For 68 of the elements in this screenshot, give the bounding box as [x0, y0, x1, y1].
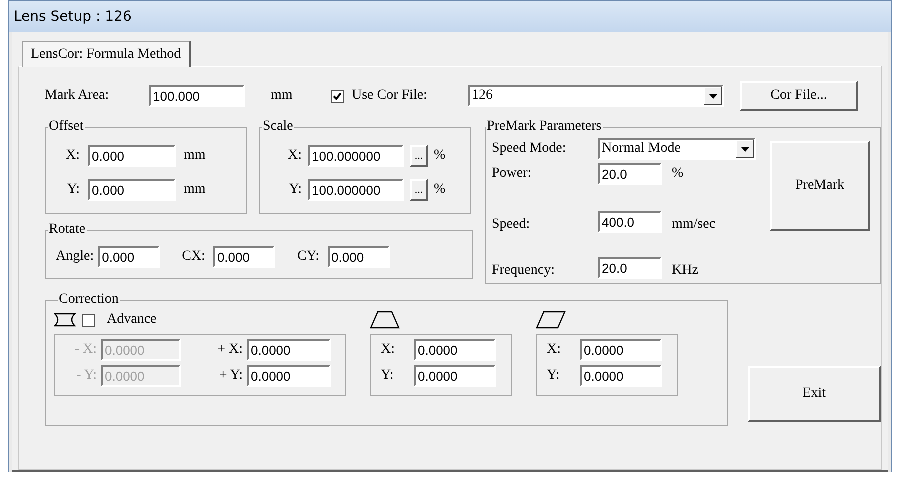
trapezoid-icon	[370, 311, 400, 329]
field-label: Mark Area:	[45, 88, 110, 104]
group-title: PreMark Parameters	[486, 119, 603, 135]
checkbox-label: Advance	[107, 312, 157, 328]
exit-button[interactable]: Exit	[748, 366, 881, 422]
input-field[interactable]: 100.000000	[308, 145, 404, 167]
input-field[interactable]: 100.000000	[308, 179, 404, 201]
unit-label: KHz	[672, 263, 698, 279]
field-label: X:	[287, 148, 302, 164]
field-label: Y:	[288, 182, 302, 198]
field-label: X:	[65, 148, 80, 164]
unit-label: %	[434, 182, 446, 198]
tab[interactable]: LensCor: Formula Method	[22, 41, 192, 67]
input-field[interactable]: 0.000	[328, 246, 390, 268]
input-field[interactable]: 0.000	[213, 246, 276, 268]
field-label: X:	[547, 342, 562, 358]
checkbox[interactable]	[331, 90, 344, 102]
browse-button[interactable]: ...	[410, 145, 428, 167]
input-field[interactable]: 0.000	[88, 179, 176, 201]
input-field[interactable]: 0.000	[88, 145, 176, 167]
input-field[interactable]: 0.0000	[247, 365, 331, 387]
field-label: Y:	[547, 368, 561, 384]
field-label: Y:	[66, 182, 80, 198]
field-label: Speed:	[492, 217, 532, 233]
unit-label: mm/sec	[672, 217, 716, 233]
input-field[interactable]: 0.0000	[580, 339, 662, 361]
field-label: CX:	[182, 249, 206, 265]
group-title: Offset	[48, 119, 85, 135]
premark-button[interactable]: PreMark	[770, 141, 870, 231]
dropdown-arrow-icon	[740, 146, 750, 152]
group-title: Correction	[58, 292, 120, 308]
field-label: + Y:	[218, 368, 243, 384]
dropdown[interactable]: 126	[468, 85, 724, 107]
input-field[interactable]: 20.0	[598, 257, 662, 279]
field-label: + X:	[216, 342, 243, 358]
field-label: Speed Mode:	[492, 141, 568, 157]
unit-label: mm	[271, 88, 294, 104]
field-label: Y:	[381, 368, 395, 384]
input-field[interactable]: 20.0	[598, 163, 662, 185]
field-label: Frequency:	[492, 263, 556, 279]
input-field[interactable]: 0.0000	[414, 339, 496, 361]
input-field[interactable]: 0.0000	[580, 365, 662, 387]
checkbox-label: Use Cor File:	[352, 88, 428, 104]
input-field[interactable]: 100.000	[149, 85, 245, 107]
field-label: CY:	[297, 249, 320, 265]
unit-label: mm	[184, 182, 206, 198]
pincushion-icon	[54, 313, 76, 327]
unit-label: %	[434, 148, 446, 164]
group-title: Scale	[262, 119, 294, 135]
unit-label: mm	[184, 148, 206, 164]
field-label: - X:	[74, 342, 97, 358]
input-field[interactable]: 400.0	[598, 211, 662, 233]
field-label: X:	[381, 342, 396, 358]
unit-label: %	[672, 166, 684, 182]
input-field[interactable]: 0.0000	[414, 365, 496, 387]
parallelogram-icon	[536, 311, 566, 329]
field-label: Angle:	[56, 249, 94, 265]
browse-button[interactable]: ...	[410, 179, 428, 201]
dropdown-arrow-icon	[708, 94, 718, 98]
input-field[interactable]: 0.000	[98, 246, 160, 268]
cor-file-button[interactable]: Cor File...	[740, 81, 858, 111]
group-title: Rotate	[48, 222, 87, 238]
field-label: - Y:	[76, 368, 97, 384]
window-title: Lens Setup : 126	[14, 8, 132, 24]
checkbox[interactable]	[82, 314, 95, 326]
field-label: Power:	[492, 166, 533, 182]
input-field[interactable]: 0.0000	[247, 339, 331, 361]
dropdown[interactable]: Normal Mode	[598, 138, 756, 160]
